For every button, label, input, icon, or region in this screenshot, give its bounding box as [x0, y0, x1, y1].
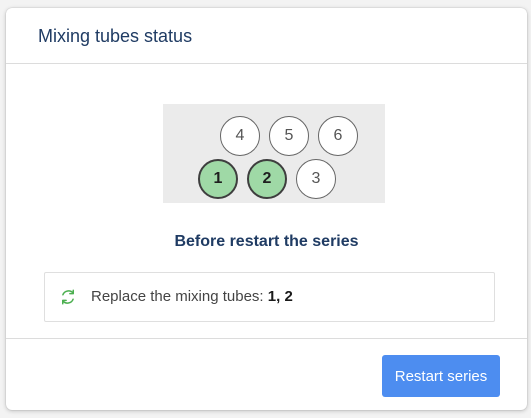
tube-diagram: 4 5 6 1 2 3	[163, 104, 385, 203]
replace-info-text: Replace the mixing tubes: 1, 2	[91, 288, 293, 305]
tube-2: 2	[247, 159, 287, 199]
status-caption: Before restart the series	[174, 233, 359, 250]
tube-number: 1	[213, 170, 223, 187]
dialog-title: Mixing tubes status	[38, 26, 193, 46]
replace-info-box: Replace the mixing tubes: 1, 2	[44, 272, 495, 322]
dialog-footer-divider	[6, 338, 527, 339]
tube-5: 5	[269, 116, 309, 156]
refresh-icon	[62, 289, 74, 305]
replace-tube-list: 1, 2	[267, 288, 293, 305]
tube-number: 2	[262, 170, 272, 187]
tube-1: 1	[198, 159, 238, 199]
mixing-tubes-dialog: Mixing tubes status 4 5 6 1 2 3 Before r…	[6, 8, 527, 410]
tube-number: 5	[284, 127, 294, 144]
tube-3: 3	[296, 159, 336, 199]
tube-number: 4	[235, 127, 245, 144]
tube-number: 3	[311, 170, 321, 187]
tube-4: 4	[220, 116, 260, 156]
dialog-header: Mixing tubes status	[6, 8, 527, 64]
restart-series-button[interactable]: Restart series	[382, 355, 500, 397]
tube-number: 6	[333, 127, 343, 144]
replace-info-label: Replace the mixing tubes:	[91, 288, 268, 305]
tube-6: 6	[318, 116, 358, 156]
